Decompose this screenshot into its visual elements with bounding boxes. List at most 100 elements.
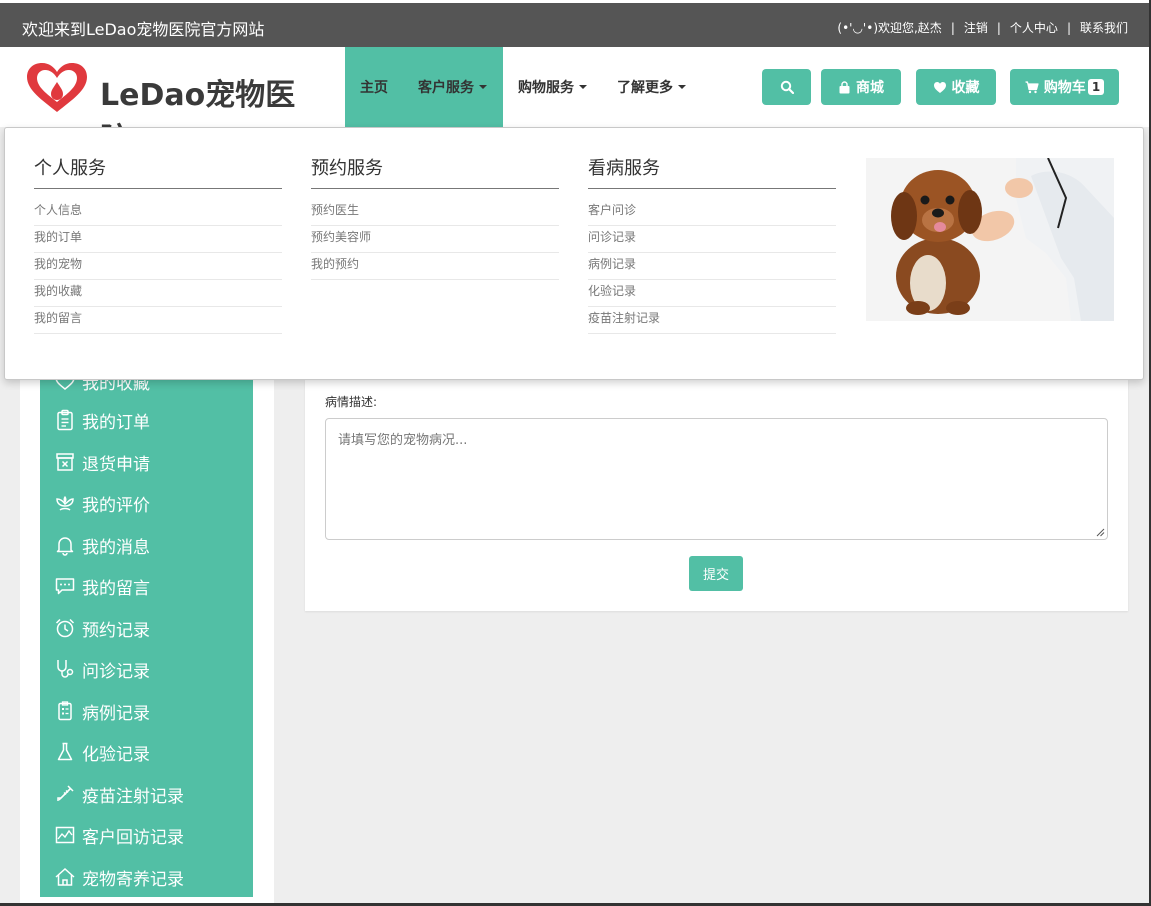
sidebar-item-vaccinations[interactable]: 疫苗注射记录 [54,779,184,809]
cart-button-label: 购物车 [1043,80,1086,96]
clipboard-icon [57,409,73,431]
menu-item[interactable]: 疫苗注射记录 [588,307,836,334]
shopping-bag-icon [839,80,850,93]
menu-item[interactable]: 客户问诊 [588,199,836,226]
stethoscope-icon [57,660,74,678]
user-links: (•'◡'•)欢迎您,赵杰 | 注销 | 个人中心 | 联系我们 [837,19,1128,36]
alarm-clock-icon [55,618,75,638]
sidebar-item-consultations[interactable]: 问诊记录 [54,654,150,684]
submit-button[interactable]: 提交 [689,556,743,591]
chevron-down-icon [479,85,487,89]
cart-button[interactable]: 购物车 1 [1010,69,1119,105]
nav-shopping-service[interactable]: 购物服务 [503,47,602,127]
dog-vet-image [866,158,1114,321]
nav-learn-more-label: 了解更多 [617,80,673,96]
flower-icon [56,496,74,511]
sidebar-item-label: 化验记录 [82,744,150,765]
separator: | [1066,20,1071,35]
menu-list: 个人信息 我的订单 我的宠物 我的收藏 我的留言 [34,199,282,334]
sidebar-item-label: 我的消息 [82,537,150,558]
contact-link[interactable]: 联系我们 [1080,19,1128,36]
nav-home-label: 主页 [360,80,388,96]
search-button[interactable] [762,69,811,105]
condition-textarea[interactable]: 请填写您的宠物病况... [325,418,1108,540]
header: LeDao宠物医院 主页 客户服务 购物服务 了解更多 商城 [0,47,1149,157]
menu-item[interactable]: 化验记录 [588,280,836,307]
menu-item[interactable]: 个人信息 [34,199,282,226]
user-greeting: (•'◡'•)欢迎您,赵杰 [837,21,942,35]
textarea-placeholder: 请填写您的宠物病况... [338,433,468,448]
personal-service-column: 个人服务 个人信息 我的订单 我的宠物 我的收藏 我的留言 [34,154,282,334]
sidebar-item-label: 退货申请 [82,454,150,475]
cart-count-badge: 1 [1087,79,1105,95]
condition-label: 病情描述: [325,395,378,409]
nav-customer-service[interactable]: 客户服务 [403,47,503,127]
column-title: 看病服务 [588,154,836,189]
chevron-down-icon [678,85,686,89]
menu-item[interactable]: 我的宠物 [34,253,282,280]
resize-handle-icon[interactable] [1095,527,1105,537]
menu-item[interactable]: 病例记录 [588,253,836,280]
site-logo[interactable]: LeDao宠物医院 [24,60,324,157]
sidebar-item-label: 宠物寄养记录 [82,869,184,890]
sidebar-item-orders[interactable]: 我的订单 [54,405,150,435]
consultation-form-card: 病情描述: 请填写您的宠物病况... 提交 [305,380,1128,611]
main-nav: 主页 客户服务 购物服务 了解更多 [345,47,701,127]
menu-item[interactable]: 问诊记录 [588,226,836,253]
favorites-button[interactable]: 收藏 [916,69,996,105]
column-title: 个人服务 [34,154,282,189]
menu-item[interactable]: 预约医生 [311,199,559,226]
menu-item[interactable]: 预约美容师 [311,226,559,253]
menu-item[interactable]: 我的订单 [34,226,282,253]
nav-customer-service-label: 客户服务 [418,80,474,96]
syringe-icon [57,785,74,801]
sidebar-item-returns[interactable]: 退货申请 [54,447,150,477]
menu-list: 预约医生 预约美容师 我的预约 [311,199,559,280]
sidebar-item-reviews[interactable]: 我的评价 [54,488,150,518]
sidebar-item-label: 客户回访记录 [82,827,184,848]
medical-record-icon [58,701,72,721]
sidebar-item-appointments[interactable]: 预约记录 [54,613,150,643]
nav-shopping-service-label: 购物服务 [518,80,574,96]
chat-icon [55,578,75,595]
sidebar-item-boarding[interactable]: 宠物寄养记录 [54,862,184,892]
sidebar-item-label: 病例记录 [82,703,150,724]
flask-icon [57,742,73,761]
nav-home[interactable]: 主页 [345,47,403,127]
top-bar: 欢迎来到LeDao宠物医院官方网站 (•'◡'•)欢迎您,赵杰 | 注销 | 个… [0,3,1149,47]
column-title: 预约服务 [311,154,559,189]
customer-service-dropdown: 个人服务 个人信息 我的订单 我的宠物 我的收藏 我的留言 预约服务 预约医生 … [4,127,1144,380]
sidebar-item-follow-ups[interactable]: 客户回访记录 [54,820,184,850]
shop-button[interactable]: 商城 [821,69,901,105]
sidebar-item-label: 我的留言 [82,578,150,599]
chevron-down-icon [579,85,587,89]
menu-item[interactable]: 我的预约 [311,253,559,280]
booking-service-column: 预约服务 预约医生 预约美容师 我的预约 [311,154,559,280]
sidebar-item-label: 预约记录 [82,620,150,641]
sidebar-item-medical-records[interactable]: 病例记录 [54,696,150,726]
sidebar-item-label: 疫苗注射记录 [82,786,184,807]
search-icon [780,80,794,94]
sidebar: 我的收藏 我的订单 退货申请 我的评价 我的消息 我的留言 预约记录 问诊记录 … [40,370,253,897]
menu-item[interactable]: 我的收藏 [34,280,282,307]
menu-item[interactable]: 我的留言 [34,307,282,334]
medical-service-column: 看病服务 客户问诊 问诊记录 病例记录 化验记录 疫苗注射记录 [588,154,836,334]
separator: | [950,20,955,35]
heart-logo-icon [27,63,87,112]
favorites-button-label: 收藏 [951,80,980,96]
separator: | [996,20,1001,35]
personal-center-link[interactable]: 个人中心 [1010,19,1058,36]
logout-link[interactable]: 注销 [964,19,988,36]
shop-button-label: 商城 [856,80,884,96]
welcome-text: 欢迎来到LeDao宠物医院官方网站 [22,20,265,39]
chart-icon [55,826,75,844]
cart-icon [1025,80,1039,93]
menu-list: 客户问诊 问诊记录 病例记录 化验记录 疫苗注射记录 [588,199,836,334]
sidebar-item-messages[interactable]: 我的消息 [54,530,150,560]
nav-learn-more[interactable]: 了解更多 [602,47,701,127]
house-icon [55,867,75,886]
heart-icon [933,81,946,93]
sidebar-item-comments[interactable]: 我的留言 [54,571,150,601]
sidebar-item-label: 我的评价 [82,495,150,516]
sidebar-item-lab-tests[interactable]: 化验记录 [54,737,150,767]
